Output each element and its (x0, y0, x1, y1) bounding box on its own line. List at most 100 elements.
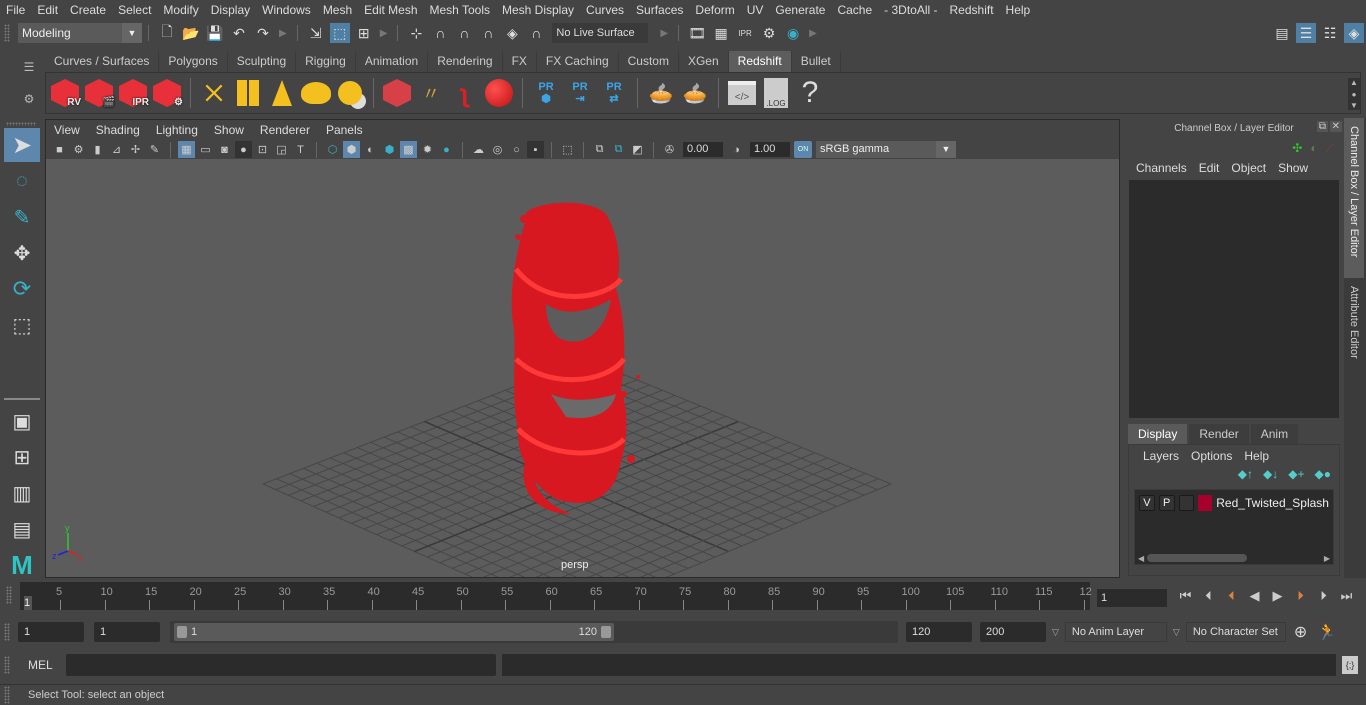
select-hierarchy-icon[interactable]: ⇲ (306, 23, 326, 43)
shelf-menu-icon[interactable]: ☰ (24, 60, 35, 74)
menu-uv[interactable]: UV (741, 3, 770, 17)
playback-start-field[interactable]: 1 (94, 622, 160, 642)
ipr-render-icon[interactable]: IPR (735, 23, 755, 43)
layer-tab-display[interactable]: Display (1128, 424, 1188, 444)
modeling-toolkit-icon[interactable]: ▤ (1272, 23, 1292, 43)
ambient-occlusion-icon[interactable]: ☁ (470, 141, 487, 158)
grip-handle[interactable] (4, 24, 10, 42)
layer-menu-layers[interactable]: Layers (1137, 449, 1185, 463)
shelf-tab-rendering[interactable]: Rendering (428, 51, 503, 72)
cb-menu-edit[interactable]: Edit (1193, 161, 1226, 175)
shelf-tab-fx[interactable]: FX (502, 51, 537, 72)
anim-layer-dropdown[interactable]: No Anim Layer (1064, 622, 1167, 642)
animation-preferences-icon[interactable]: 🏃 (1317, 622, 1337, 642)
menu-edit-mesh[interactable]: Edit Mesh (358, 3, 423, 17)
channel-box-toggle-icon[interactable]: ◈ (1344, 23, 1364, 43)
shelf-tab-fx-caching[interactable]: FX Caching (536, 51, 619, 72)
step-forward-frame-icon[interactable]: ⏵ (1312, 588, 1335, 604)
new-scene-icon[interactable]: 🗋 (157, 23, 177, 43)
grid-icon[interactable]: ▦ (178, 141, 195, 158)
shelf-tab-custom[interactable]: Custom (618, 51, 679, 72)
shelf-tab-redshift[interactable]: Redshift (728, 51, 792, 72)
step-back-key-icon[interactable]: ⏴ (1220, 588, 1243, 604)
redo-icon[interactable]: ↷ (253, 23, 273, 43)
bake-pie-2-icon[interactable]: 🥧 (679, 76, 711, 110)
vp-menu-shading[interactable]: Shading (88, 123, 148, 137)
resolution-gate-icon[interactable]: ◙ (216, 141, 233, 158)
grip-handle[interactable] (4, 623, 10, 641)
close-panel-icon[interactable]: ✕ (1329, 121, 1342, 132)
shelf-tab-bullet[interactable]: Bullet (791, 51, 841, 72)
move-layer-down-icon[interactable]: ◆↓ (1263, 467, 1278, 485)
new-layer-selected-icon[interactable]: ◆● (1315, 467, 1331, 485)
side-tab-attribute-editor[interactable]: Attribute Editor (1344, 278, 1364, 367)
mesh-light-icon[interactable]: ʅ (449, 76, 481, 110)
grip-handle[interactable] (4, 656, 10, 674)
shelf-tab-rigging[interactable]: Rigging (296, 51, 356, 72)
step-forward-key-icon[interactable]: ⏵ (1289, 588, 1312, 604)
play-backwards-icon[interactable]: ◀ (1243, 588, 1266, 604)
float-panel-icon[interactable]: ⧉ (1316, 121, 1328, 132)
go-to-end-icon[interactable]: ⏭ (1335, 588, 1358, 604)
rotate-tool-icon[interactable]: ⟳ (4, 272, 40, 306)
current-frame-marker[interactable]: 1 (24, 596, 32, 610)
make-live-icon[interactable]: ∩ (526, 23, 546, 43)
exposure-field[interactable]: 0.00 (683, 142, 723, 157)
select-component-icon[interactable]: ⊞ (354, 23, 374, 43)
exposure-icon[interactable]: ✇ (661, 141, 678, 158)
snap-point-icon[interactable]: ∩ (454, 23, 474, 43)
current-frame-field[interactable]: 1 (1097, 589, 1167, 607)
sun-sky-icon[interactable] (334, 76, 366, 110)
range-end-handle[interactable] (601, 626, 611, 638)
wireframe-icon[interactable]: ⬡ (324, 141, 341, 158)
step-back-frame-icon[interactable]: ⏴ (1197, 588, 1220, 604)
range-start-handle[interactable] (177, 626, 187, 638)
xray-joints-icon[interactable]: ◩ (629, 141, 646, 158)
single-perspective-layout-icon[interactable]: ▣ (4, 404, 40, 438)
use-all-lights-icon[interactable]: ✹ (419, 141, 436, 158)
animation-start-field[interactable]: 1 (18, 622, 84, 642)
redshift-render-sequence-icon[interactable]: 🎬 (83, 76, 115, 110)
gamma-field[interactable]: 1.00 (750, 142, 790, 157)
grip-handle[interactable] (6, 586, 12, 604)
camera-icon[interactable]: ■ (51, 141, 68, 158)
gamma-icon[interactable]: ◑ (728, 141, 745, 158)
menu-mesh-tools[interactable]: Mesh Tools (424, 3, 496, 17)
layer-tab-render[interactable]: Render (1189, 424, 1249, 444)
grease-pencil-icon[interactable]: ✎ (146, 141, 163, 158)
render-current-icon[interactable]: ▦ (711, 23, 731, 43)
cb-menu-show[interactable]: Show (1272, 161, 1314, 175)
select-object-icon[interactable]: ⬚ (329, 23, 350, 43)
bake-pie-icon[interactable]: 🥧 (645, 76, 677, 110)
menu-redshift[interactable]: Redshift (944, 3, 1000, 17)
shelf-gear-icon[interactable]: ⚙ (24, 92, 35, 106)
move-layer-up-icon[interactable]: ◆↑ (1238, 467, 1253, 485)
menu-create[interactable]: Create (64, 3, 112, 17)
menu-display[interactable]: Display (205, 3, 256, 17)
dome-light-icon[interactable] (300, 76, 332, 110)
scroll-left-icon[interactable]: ◀ (1135, 554, 1147, 563)
film-gate-icon[interactable]: ▭ (197, 141, 214, 158)
field-chart-icon[interactable]: ⊡ (254, 141, 271, 158)
save-scene-icon[interactable]: 💾 (205, 23, 225, 43)
vp-menu-lighting[interactable]: Lighting (148, 123, 206, 137)
menu-cache[interactable]: Cache (831, 3, 878, 17)
menu-mesh-display[interactable]: Mesh Display (496, 3, 580, 17)
channel-box-content[interactable] (1129, 180, 1339, 418)
move-tool-icon[interactable]: ✥ (4, 236, 40, 270)
menu-file[interactable]: File (0, 3, 31, 17)
scale-tool-icon[interactable]: ⬚ (4, 308, 40, 342)
undo-icon[interactable]: ↶ (229, 23, 249, 43)
layer-color-swatch[interactable] (1198, 495, 1213, 511)
layer-list-hscrollbar[interactable]: ◀ ▶ (1135, 552, 1333, 564)
bookmark-icon[interactable]: ▮ (89, 141, 106, 158)
render-settings-icon[interactable]: ⚙ (759, 23, 779, 43)
anti-aliasing-icon[interactable]: ○ (508, 141, 525, 158)
scroll-dot-icon[interactable]: ● (1352, 90, 1357, 99)
outliner-persp-layout-icon[interactable]: ▥ (4, 476, 40, 510)
layer-display-type-toggle[interactable] (1178, 495, 1195, 511)
animation-end-field[interactable]: 200 (980, 622, 1046, 642)
shelf-tab-animation[interactable]: Animation (355, 51, 429, 72)
layer-menu-help[interactable]: Help (1238, 449, 1275, 463)
menu-3dtoall[interactable]: - 3DtoAll - (878, 3, 943, 17)
